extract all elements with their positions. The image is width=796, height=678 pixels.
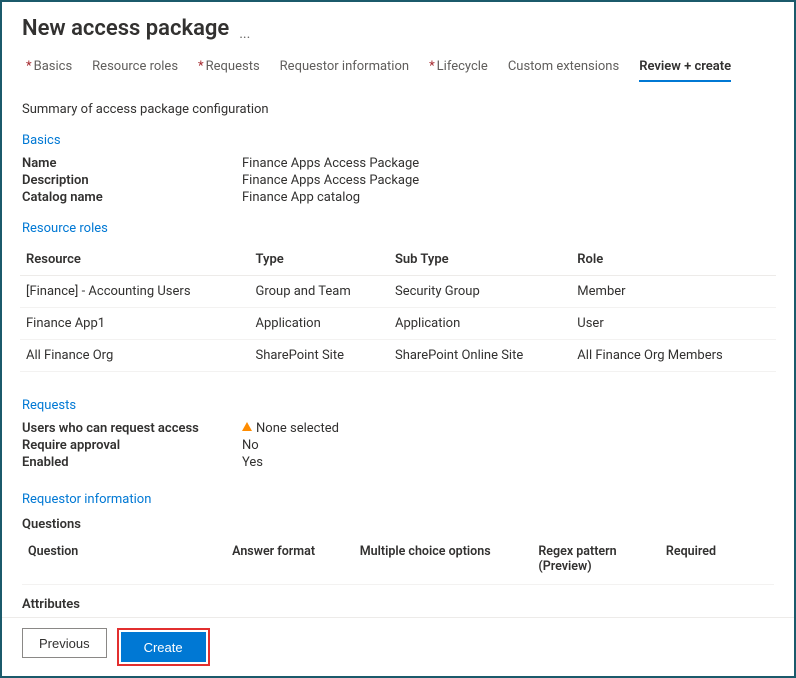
basics-name-value: Finance Apps Access Package [242,156,774,171]
cell-subtype: Security Group [389,276,571,308]
tab-resource-roles[interactable]: Resource roles [92,59,178,82]
col-regex-pattern: Regex pattern (Preview) [538,544,666,574]
cell-role: User [571,308,776,340]
col-type: Type [249,244,388,276]
basics-description-label: Description [22,173,242,188]
requests-approval-value: No [242,438,774,453]
tab-requestor-information[interactable]: Requestor information [280,59,409,82]
cell-subtype: SharePoint Online Site [389,340,571,372]
previous-button[interactable]: Previous [22,628,107,658]
basics-catalog-value: Finance App catalog [242,190,774,205]
wizard-footer: Previous Create [2,617,794,676]
table-row: All Finance Org SharePoint Site SharePoi… [20,340,776,372]
tab-basics[interactable]: Basics [26,59,72,82]
create-button[interactable]: Create [121,632,206,662]
col-question: Question [28,544,232,574]
tab-custom-extensions[interactable]: Custom extensions [508,59,619,82]
requests-who-value-text: None selected [256,421,339,436]
col-resource: Resource [20,244,249,276]
more-actions-ellipsis[interactable]: ··· [239,28,250,46]
warning-icon [242,422,252,431]
table-row: Finance App1 Application Application Use… [20,308,776,340]
questions-header-row: Question Answer format Multiple choice o… [22,538,774,585]
table-row: [Finance] - Accounting Users Group and T… [20,276,776,308]
create-button-highlight: Create [117,628,210,666]
col-subtype: Sub Type [389,244,571,276]
cell-resource: All Finance Org [20,340,249,372]
section-heading-resource-roles: Resource roles [22,221,774,236]
cell-type: SharePoint Site [249,340,388,372]
resource-roles-table: Resource Type Sub Type Role [Finance] - … [20,244,776,372]
section-heading-basics: Basics [22,133,774,148]
requests-enabled-label: Enabled [22,455,242,470]
cell-type: Group and Team [249,276,388,308]
basics-catalog-label: Catalog name [22,190,242,205]
tab-requests[interactable]: Requests [198,59,260,82]
col-required: Required [666,544,768,574]
summary-description: Summary of access package configuration [22,102,774,117]
questions-heading: Questions [22,517,774,532]
tab-review-create[interactable]: Review + create [639,59,731,82]
col-role: Role [571,244,776,276]
page-title: New access package [22,16,229,41]
basics-name-label: Name [22,156,242,171]
cell-role: Member [571,276,776,308]
cell-resource: Finance App1 [20,308,249,340]
cell-type: Application [249,308,388,340]
section-heading-requestor-info: Requestor information [22,492,774,507]
requests-approval-label: Require approval [22,438,242,453]
cell-resource: [Finance] - Accounting Users [20,276,249,308]
col-multiple-choice: Multiple choice options [360,544,539,574]
requests-who-value: None selected [242,421,774,436]
cell-role: All Finance Org Members [571,340,776,372]
col-answer-format: Answer format [232,544,360,574]
section-heading-requests: Requests [22,398,774,413]
attributes-heading: Attributes [22,597,774,612]
wizard-tabs: Basics Resource roles Requests Requestor… [22,59,774,82]
requests-enabled-value: Yes [242,455,774,470]
tab-lifecycle[interactable]: Lifecycle [429,59,488,82]
requests-who-label: Users who can request access [22,421,242,436]
cell-subtype: Application [389,308,571,340]
basics-description-value: Finance Apps Access Package [242,173,774,188]
